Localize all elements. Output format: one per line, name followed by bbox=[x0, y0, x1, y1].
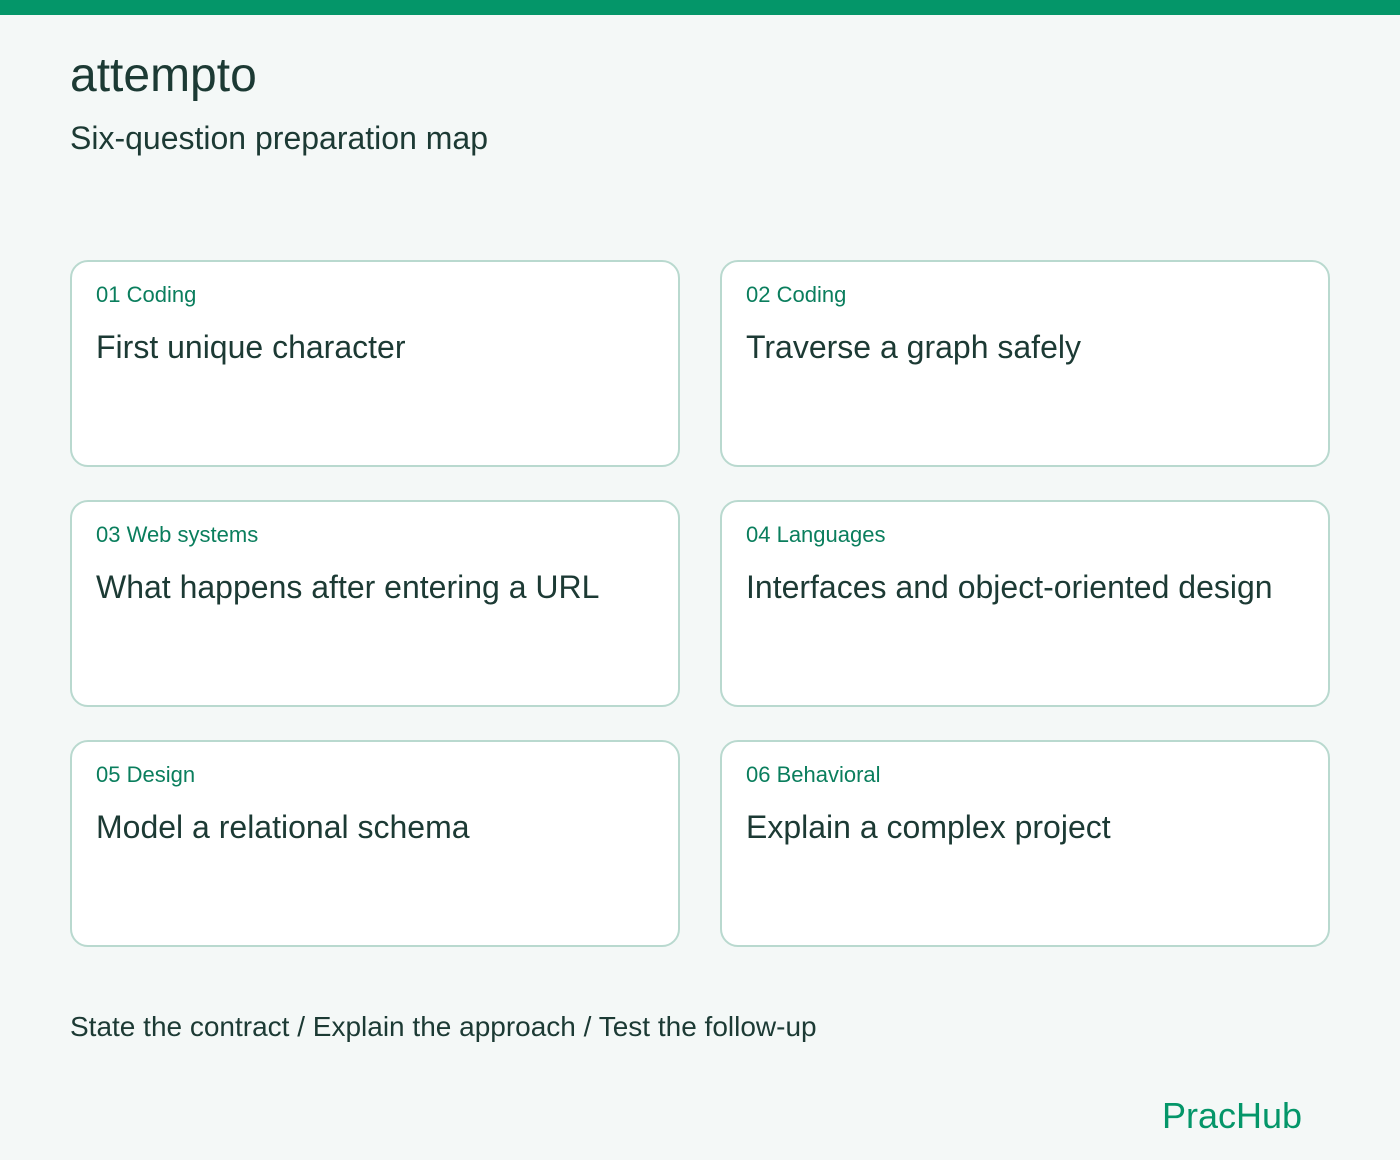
question-card-02[interactable]: 02 Coding Traverse a graph safely bbox=[720, 260, 1330, 467]
card-title: Interfaces and object-oriented design bbox=[746, 569, 1273, 605]
page-subtitle: Six-question preparation map bbox=[70, 120, 489, 156]
card-title: What happens after entering a URL bbox=[96, 569, 600, 605]
question-card-04[interactable]: 04 Languages Interfaces and object-orien… bbox=[720, 500, 1330, 707]
card-tag: 05 Design bbox=[96, 762, 196, 787]
card-title: Explain a complex project bbox=[746, 809, 1111, 845]
card-title: Model a relational schema bbox=[96, 809, 470, 845]
brand-title: attempto bbox=[70, 49, 257, 102]
card-tag: 01 Coding bbox=[96, 282, 197, 307]
prachub-logo: PracHub bbox=[1161, 1095, 1302, 1136]
question-card-06[interactable]: 06 Behavioral Explain a complex project bbox=[720, 740, 1330, 947]
card-tag: 03 Web systems bbox=[96, 522, 259, 547]
question-card-01[interactable]: 01 Coding First unique character bbox=[70, 260, 680, 467]
card-title: First unique character bbox=[96, 329, 406, 365]
top-accent-bar bbox=[0, 0, 1400, 15]
card-tag: 02 Coding bbox=[746, 282, 847, 307]
card-tag: 06 Behavioral bbox=[746, 762, 881, 787]
question-card-05[interactable]: 05 Design Model a relational schema bbox=[70, 740, 680, 947]
card-title: Traverse a graph safely bbox=[746, 329, 1081, 365]
question-card-03[interactable]: 03 Web systems What happens after enteri… bbox=[70, 500, 680, 707]
card-tag: 04 Languages bbox=[746, 522, 886, 547]
footer-steps: State the contract / Explain the approac… bbox=[70, 1011, 817, 1042]
